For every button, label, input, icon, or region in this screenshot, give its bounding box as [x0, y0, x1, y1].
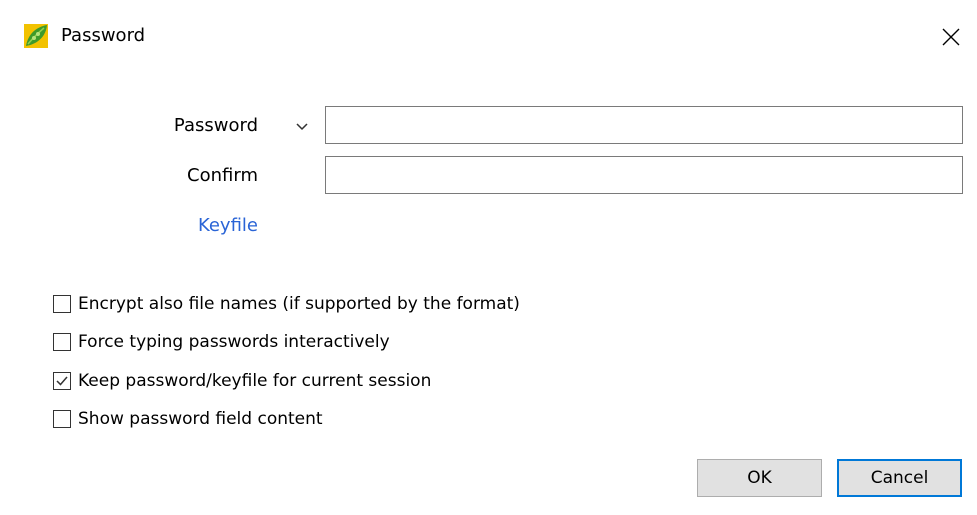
- title-bar: Password: [0, 0, 977, 64]
- encrypt-filenames-option[interactable]: Encrypt also file names (if supported by…: [53, 292, 520, 316]
- confirm-field[interactable]: [325, 156, 963, 194]
- force-typing-label: Force typing passwords interactively: [78, 332, 390, 352]
- force-typing-option[interactable]: Force typing passwords interactively: [53, 330, 390, 354]
- force-typing-checkbox[interactable]: [53, 333, 71, 351]
- encrypt-filenames-label: Encrypt also file names (if supported by…: [78, 294, 520, 314]
- close-icon[interactable]: [936, 22, 966, 52]
- keep-password-option[interactable]: Keep password/keyfile for current sessio…: [53, 369, 431, 393]
- keep-password-label: Keep password/keyfile for current sessio…: [78, 371, 432, 391]
- show-password-label: Show password field content: [78, 409, 323, 429]
- chevron-down-icon[interactable]: [294, 118, 310, 134]
- ok-button[interactable]: OK: [697, 459, 822, 497]
- password-label: Password: [173, 115, 258, 136]
- window-title: Password: [61, 25, 146, 46]
- confirm-label: Confirm: [187, 165, 258, 186]
- peazip-leaf-icon: [24, 24, 48, 48]
- checkmark-icon: [56, 376, 68, 386]
- keep-password-checkbox[interactable]: [53, 372, 71, 390]
- show-password-checkbox[interactable]: [53, 410, 71, 428]
- cancel-button[interactable]: Cancel: [837, 459, 962, 497]
- encrypt-filenames-checkbox[interactable]: [53, 295, 71, 313]
- password-field[interactable]: [325, 106, 963, 144]
- password-dialog: Password Password Confirm Keyfile Encryp…: [0, 0, 977, 515]
- show-password-option[interactable]: Show password field content: [53, 407, 323, 431]
- keyfile-link[interactable]: Keyfile: [198, 214, 258, 238]
